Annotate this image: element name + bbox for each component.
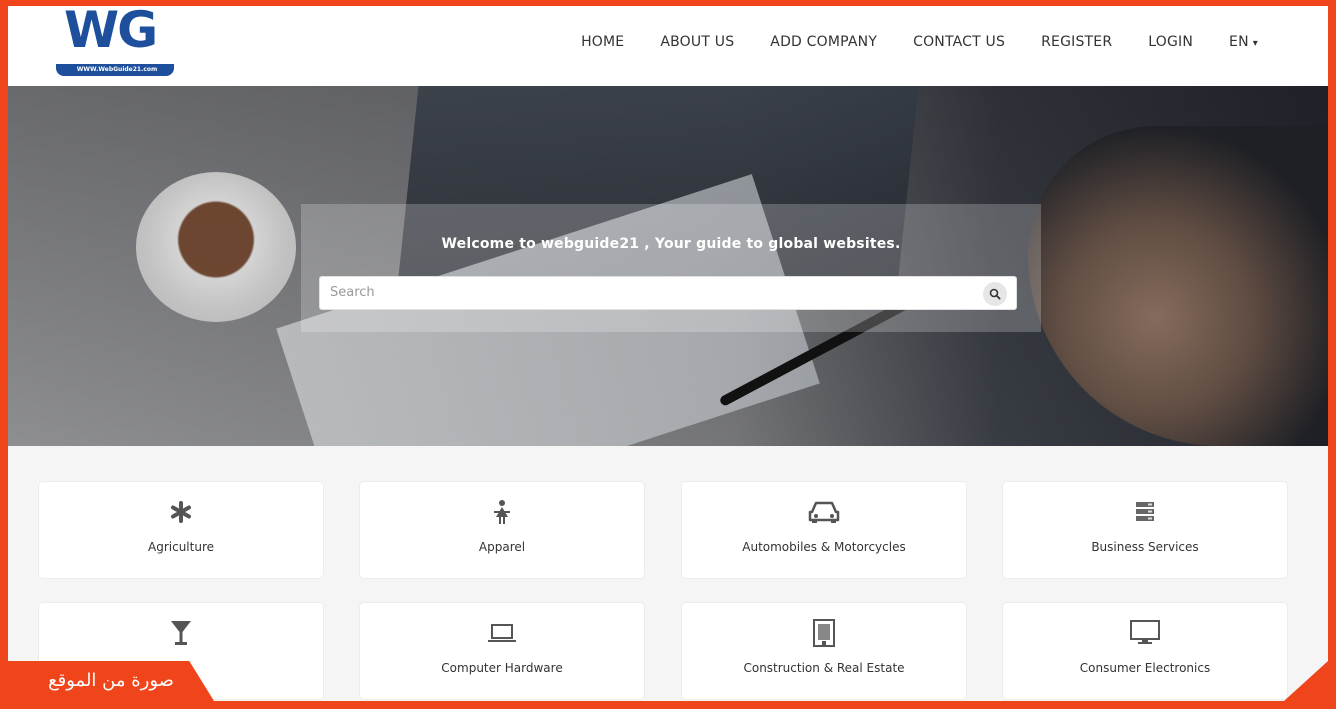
welcome-text: Welcome to webguide21 , Your guide to gl… bbox=[441, 236, 901, 252]
category-label: Computer Hardware bbox=[441, 661, 563, 675]
language-label: EN bbox=[1229, 34, 1249, 50]
asterisk-icon bbox=[171, 501, 191, 523]
category-card-automobiles[interactable]: Automobiles & Motorcycles bbox=[682, 482, 966, 578]
main-menu: HOME ABOUT US ADD COMPANY CONTACT US REG… bbox=[545, 34, 1258, 50]
hero-hand-graphic bbox=[1028, 126, 1328, 446]
nav-register[interactable]: REGISTER bbox=[1041, 34, 1112, 50]
car-icon bbox=[808, 501, 840, 523]
page-frame: WG WWW.WebGuide21.com HOME ABOUT US ADD … bbox=[0, 0, 1336, 709]
category-card-computer-hardware[interactable]: Computer Hardware bbox=[360, 603, 644, 699]
laptop-icon bbox=[488, 624, 516, 642]
caret-down-icon: ▾ bbox=[1252, 38, 1258, 49]
search-input[interactable]: Search bbox=[319, 276, 1017, 310]
category-card-agriculture[interactable]: Agriculture bbox=[39, 482, 323, 578]
nav-contact-us[interactable]: CONTACT US bbox=[913, 34, 1005, 50]
site-logo[interactable]: WG WWW.WebGuide21.com bbox=[56, 6, 178, 80]
language-dropdown[interactable]: EN ▾ bbox=[1229, 34, 1258, 50]
top-navbar: WG WWW.WebGuide21.com HOME ABOUT US ADD … bbox=[8, 6, 1328, 86]
hero-search-panel: Welcome to webguide21 , Your guide to gl… bbox=[301, 204, 1041, 332]
nav-home[interactable]: HOME bbox=[581, 34, 624, 50]
category-label: Consumer Electronics bbox=[1079, 661, 1211, 675]
search-button[interactable] bbox=[983, 282, 1007, 306]
hero-coffee-cup-graphic bbox=[136, 172, 296, 322]
category-card-apparel[interactable]: Apparel bbox=[360, 482, 644, 578]
category-card-consumer-electronics[interactable]: Consumer Electronics bbox=[1003, 603, 1287, 699]
category-card-construction[interactable]: Construction & Real Estate bbox=[682, 603, 966, 699]
category-label: Apparel bbox=[478, 540, 526, 554]
nav-about-us[interactable]: ABOUT US bbox=[660, 34, 734, 50]
category-label: Business Services bbox=[1091, 540, 1199, 554]
category-label: Construction & Real Estate bbox=[743, 661, 905, 675]
logo-url: WWW.WebGuide21.com bbox=[76, 66, 158, 73]
nav-login[interactable]: LOGIN bbox=[1148, 34, 1193, 50]
server-icon bbox=[1136, 502, 1154, 521]
building-icon bbox=[813, 619, 835, 647]
monitor-icon bbox=[1130, 620, 1160, 644]
category-card-business-services[interactable]: Business Services bbox=[1003, 482, 1287, 578]
person-dress-icon bbox=[494, 500, 510, 524]
category-label: Automobiles & Motorcycles bbox=[742, 540, 906, 554]
cocktail-glass-icon bbox=[171, 621, 191, 645]
watermark-badge: صورة من الموقع bbox=[8, 661, 214, 701]
logo-letters: WG bbox=[64, 1, 158, 59]
category-label: Agriculture bbox=[148, 540, 214, 554]
nav-add-company[interactable]: ADD COMPANY bbox=[770, 34, 877, 50]
search-icon bbox=[989, 288, 1001, 300]
hero-banner: Welcome to webguide21 , Your guide to gl… bbox=[8, 86, 1328, 446]
